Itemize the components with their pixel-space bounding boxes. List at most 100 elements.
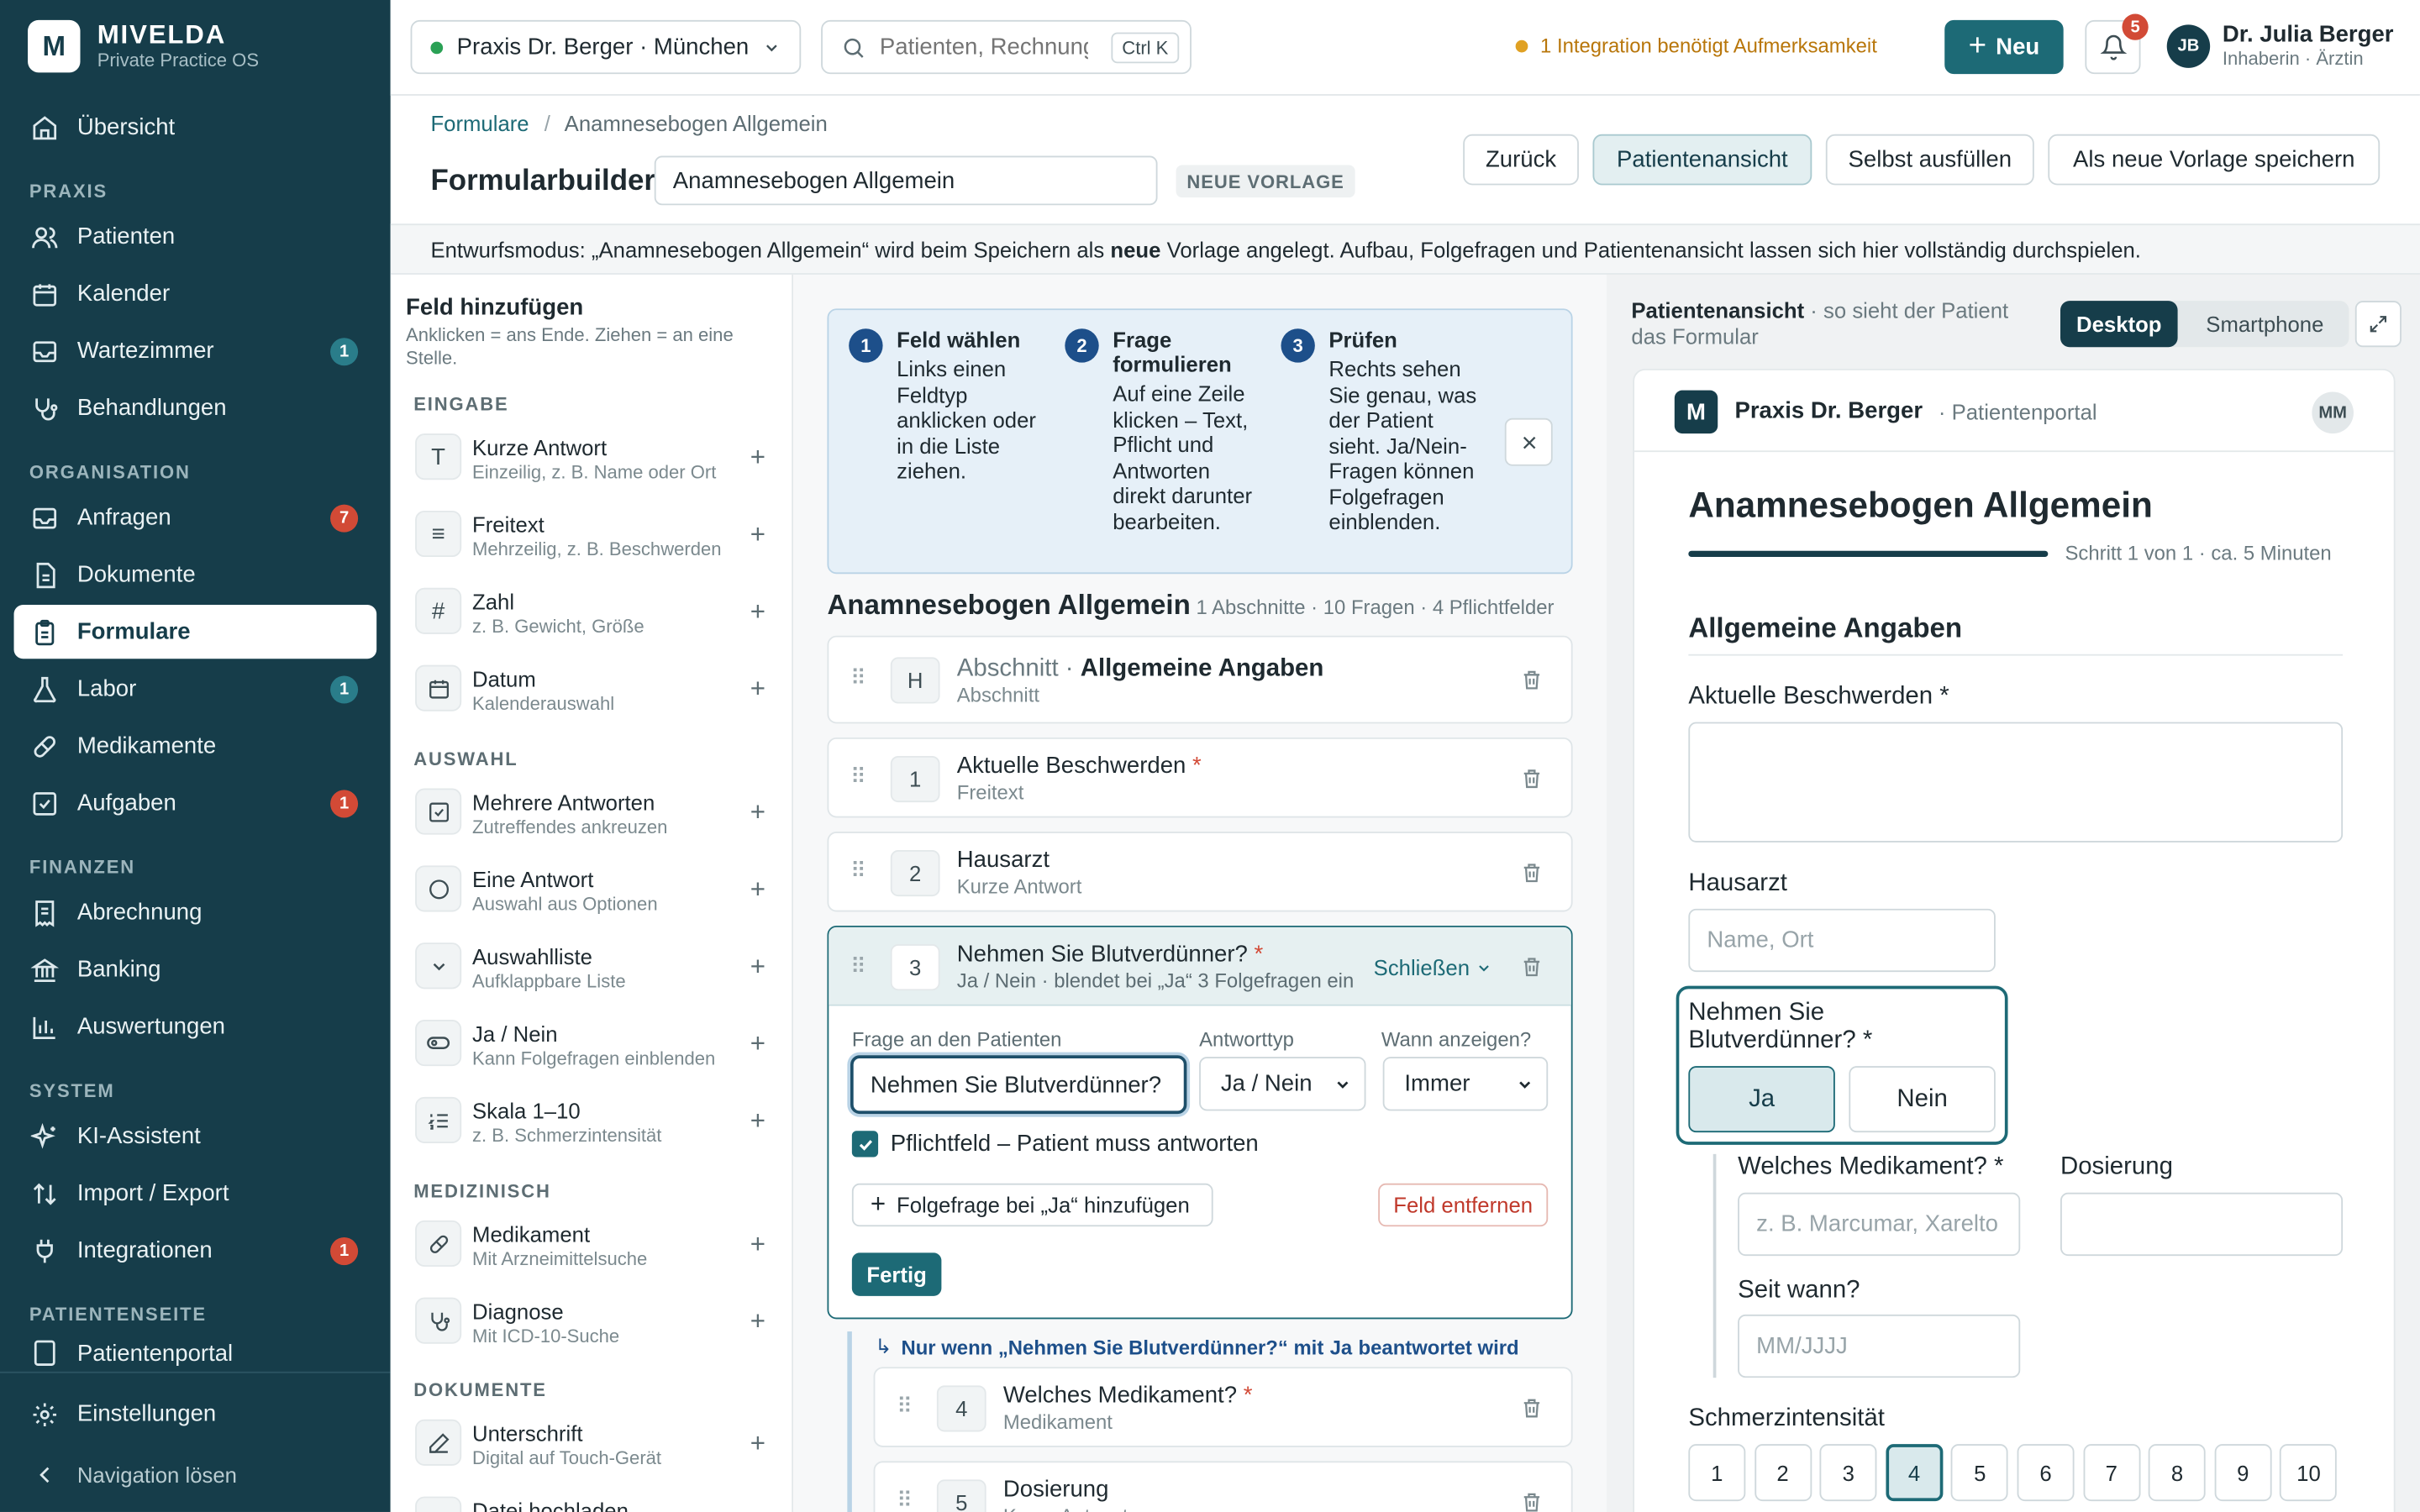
drag-handle-icon[interactable]: ⠿ bbox=[850, 665, 866, 691]
field-datum[interactable]: Datum Kalenderauswahl + bbox=[415, 662, 773, 727]
field-ja-nein[interactable]: Ja / Nein Kann Folgefragen einblenden + bbox=[415, 1016, 773, 1081]
nav-formulare[interactable]: Formulare bbox=[13, 604, 377, 659]
scale-option[interactable]: 9 bbox=[2214, 1444, 2272, 1502]
drag-handle-icon[interactable]: ⠿ bbox=[897, 1394, 913, 1420]
drag-handle-icon[interactable]: ⠿ bbox=[897, 1488, 913, 1512]
nav-einstellungen[interactable]: Einstellungen bbox=[14, 1387, 377, 1441]
patient-view-button[interactable]: Patientenansicht bbox=[1592, 134, 1812, 186]
field-mehrere-antworten[interactable]: Mehrere Antworten Zutreffendes ankreuzen + bbox=[415, 785, 773, 850]
collapse-button[interactable]: Schließen bbox=[1374, 955, 1493, 979]
followup-question-row[interactable]: ⠿ 4 Welches Medikament? * Medikament bbox=[873, 1367, 1573, 1447]
breadcrumb-link[interactable]: Formulare bbox=[430, 111, 529, 135]
scale-option[interactable]: 7 bbox=[2082, 1444, 2140, 1502]
beschwerden-textarea[interactable] bbox=[1688, 722, 2344, 843]
nav-patienten[interactable]: Patienten bbox=[14, 210, 377, 264]
trash-icon[interactable] bbox=[1520, 955, 1544, 979]
medikament-input[interactable]: z. B. Marcumar, Xarelto bbox=[1738, 1192, 2021, 1257]
seit-wann-input[interactable]: MM/JJJJ bbox=[1738, 1314, 2021, 1378]
field-unterschrift[interactable]: Unterschrift Digital auf Touch-Gerät + bbox=[415, 1416, 773, 1481]
nav-abrechnung[interactable]: Abrechnung bbox=[14, 885, 377, 939]
question-text-input[interactable]: Nehmen Sie Blutverdünner? bbox=[850, 1055, 1187, 1115]
nav-uebersicht[interactable]: Übersicht bbox=[14, 100, 377, 154]
field-auswahlliste[interactable]: Auswahlliste Aufklappbare Liste + bbox=[415, 940, 773, 1005]
followup-question-row[interactable]: ⠿ 5 Dosierung Kurze Antwort bbox=[873, 1461, 1573, 1512]
yes-option[interactable]: Ja bbox=[1688, 1066, 1835, 1133]
tab-smartphone[interactable]: Smartphone bbox=[2184, 301, 2346, 347]
scale-option[interactable]: 10 bbox=[2280, 1444, 2338, 1502]
scale-option[interactable]: 3 bbox=[1819, 1444, 1877, 1502]
nav-patientenportal[interactable]: Patientenportal bbox=[14, 1333, 377, 1373]
new-button[interactable]: + Neu bbox=[1944, 19, 2064, 75]
field-medikament[interactable]: Medikament Mit Arzneimittelsuche + bbox=[415, 1217, 773, 1282]
trash-icon[interactable] bbox=[1520, 767, 1544, 790]
done-button[interactable]: Fertig bbox=[851, 1252, 942, 1296]
expand-button[interactable] bbox=[2354, 301, 2402, 348]
section-card[interactable]: ⠿ H Abschnitt · Allgemeine Angaben Absch… bbox=[827, 635, 1573, 724]
remove-field-button[interactable]: Feld entfernen bbox=[1378, 1183, 1549, 1227]
plus-icon[interactable]: + bbox=[750, 675, 765, 706]
form-name-input[interactable] bbox=[654, 155, 1158, 206]
notifications-button[interactable]: 5 bbox=[2085, 13, 2149, 75]
scale-option[interactable]: 4 bbox=[1886, 1444, 1944, 1502]
required-checkbox[interactable] bbox=[851, 1131, 879, 1158]
plus-icon[interactable]: + bbox=[750, 1230, 765, 1261]
save-template-button[interactable]: Als neue Vorlage speichern bbox=[2048, 134, 2381, 186]
self-fill-button[interactable]: Selbst ausfüllen bbox=[1825, 134, 2034, 186]
question-row[interactable]: ⠿ 1 Aktuelle Beschwerden * Freitext bbox=[827, 737, 1573, 818]
question-row[interactable]: ⠿ 2 Hausarzt Kurze Antwort bbox=[827, 831, 1573, 912]
hausarzt-input[interactable]: Name, Ort bbox=[1688, 908, 1996, 973]
trash-icon[interactable] bbox=[1520, 1490, 1544, 1512]
nav-aufgaben[interactable]: Aufgaben 1 bbox=[14, 776, 377, 830]
plus-icon[interactable]: + bbox=[750, 1106, 765, 1137]
plus-icon[interactable]: + bbox=[750, 874, 765, 906]
plus-icon[interactable]: + bbox=[750, 798, 765, 829]
field-eine-antwort[interactable]: Eine Antwort Auswahl aus Optionen + bbox=[415, 863, 773, 927]
drag-handle-icon[interactable]: ⠿ bbox=[850, 858, 866, 884]
scale-option[interactable]: 2 bbox=[1754, 1444, 1812, 1502]
global-search[interactable]: Ctrl K bbox=[821, 19, 1192, 75]
nav-behandlungen[interactable]: Behandlungen bbox=[14, 381, 377, 435]
field-skala[interactable]: Skala 1–10 z. B. Schmerzintensität + bbox=[415, 1094, 773, 1158]
no-option[interactable]: Nein bbox=[1849, 1066, 1996, 1133]
scale-option[interactable]: 5 bbox=[1951, 1444, 2009, 1502]
scale-option[interactable]: 6 bbox=[2017, 1444, 2075, 1502]
plus-icon[interactable]: + bbox=[750, 443, 765, 474]
plus-icon[interactable]: + bbox=[750, 597, 765, 628]
plus-icon[interactable]: + bbox=[750, 520, 765, 551]
visibility-select[interactable]: Immer bbox=[1382, 1057, 1549, 1111]
nav-ki-assistent[interactable]: KI-Assistent bbox=[14, 1110, 377, 1163]
practice-switcher[interactable]: Praxis Dr. Berger · München bbox=[410, 19, 802, 75]
close-help-button[interactable] bbox=[1504, 417, 1553, 466]
nav-integrationen[interactable]: Integrationen 1 bbox=[14, 1224, 377, 1278]
field-datei-hochladen[interactable]: Datei hochladen bbox=[415, 1494, 773, 1512]
add-followup-button[interactable]: + Folgefrage bei „Ja“ hinzufügen bbox=[851, 1183, 1213, 1227]
drag-handle-icon[interactable]: ⠿ bbox=[850, 764, 866, 790]
integration-alert[interactable]: 1 Integration benötigt Aufmerksamkeit bbox=[1515, 34, 1877, 57]
plus-icon[interactable]: + bbox=[750, 1307, 765, 1338]
plus-icon[interactable]: + bbox=[750, 1429, 765, 1460]
back-button[interactable]: Zurück bbox=[1463, 134, 1579, 186]
nav-banking[interactable]: Banking bbox=[14, 942, 377, 996]
avatar[interactable]: JB bbox=[2166, 24, 2211, 68]
scale-option[interactable]: 1 bbox=[1688, 1444, 1746, 1502]
field-freitext[interactable]: ≡ Freitext Mehrzeilig, z. B. Beschwerden + bbox=[415, 507, 773, 572]
scale-option[interactable]: 8 bbox=[2149, 1444, 2206, 1502]
nav-import-export[interactable]: Import / Export bbox=[14, 1167, 377, 1221]
answer-type-select[interactable]: Ja / Nein bbox=[1199, 1057, 1366, 1111]
trash-icon[interactable] bbox=[1520, 1396, 1544, 1420]
nav-auswertungen[interactable]: Auswertungen bbox=[14, 1000, 377, 1053]
nav-labor[interactable]: Labor 1 bbox=[14, 662, 377, 716]
trash-icon[interactable] bbox=[1520, 668, 1544, 691]
drag-handle-icon[interactable]: ⠿ bbox=[850, 953, 866, 979]
field-kurze-antwort[interactable]: T Kurze Antwort Einzeilig, z. B. Name oder… bbox=[415, 430, 773, 495]
plus-icon[interactable]: + bbox=[750, 952, 765, 983]
nav-kalender[interactable]: Kalender bbox=[14, 267, 377, 321]
dosierung-input[interactable] bbox=[2060, 1192, 2344, 1257]
nav-anfragen[interactable]: Anfragen 7 bbox=[14, 491, 377, 544]
nav-medikamente[interactable]: Medikamente bbox=[14, 719, 377, 773]
nav-collapse[interactable]: Navigation lösen bbox=[14, 1447, 377, 1501]
nav-dokumente[interactable]: Dokumente bbox=[14, 548, 377, 601]
nav-wartezimmer[interactable]: Wartezimmer 1 bbox=[14, 324, 377, 378]
tab-desktop[interactable]: Desktop bbox=[2060, 301, 2178, 348]
field-diagnose[interactable]: Diagnose Mit ICD-10-Suche + bbox=[415, 1294, 773, 1359]
